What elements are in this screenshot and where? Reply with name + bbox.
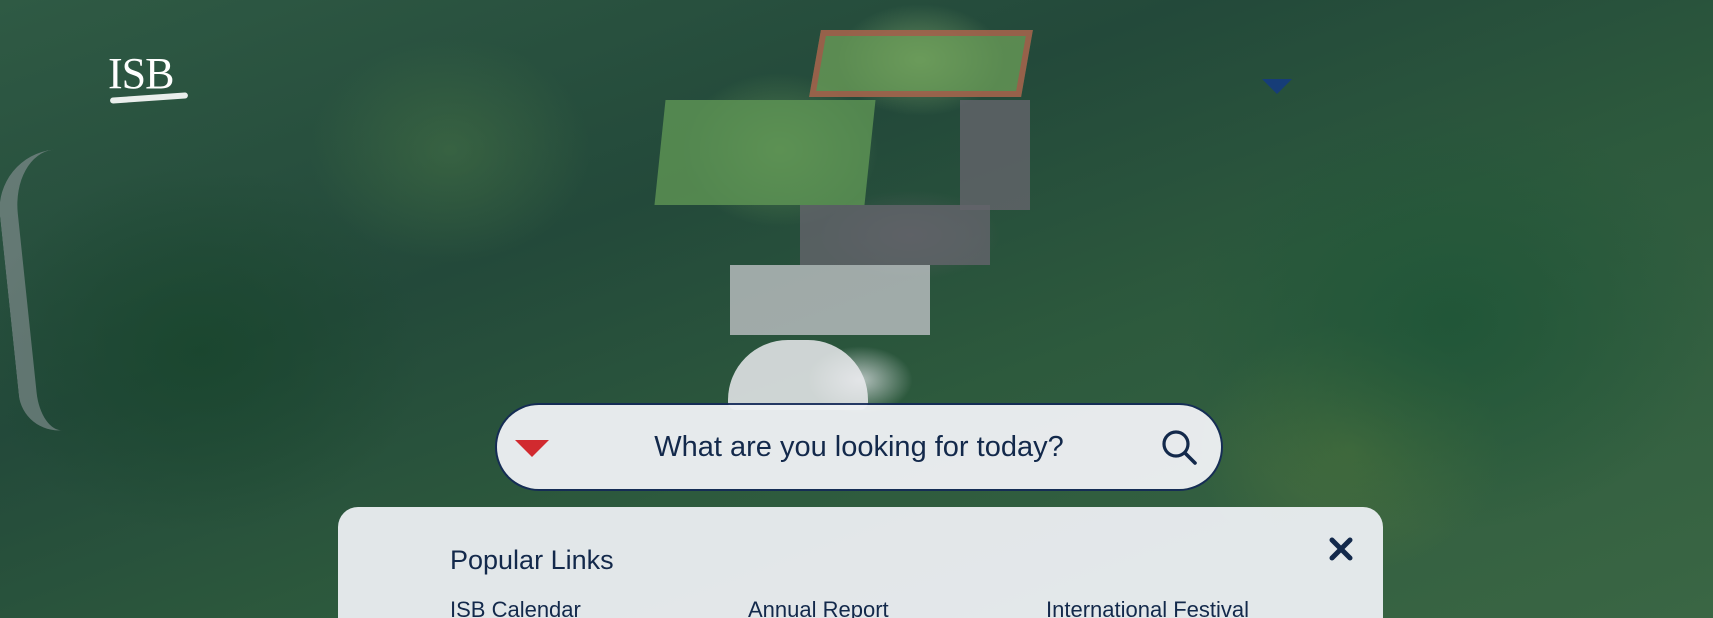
close-icon[interactable]	[1327, 535, 1355, 563]
panel-title: Popular Links	[450, 545, 614, 575]
aerial-road	[0, 145, 121, 435]
aerial-sports-field	[654, 100, 876, 205]
search-bar[interactable]: What are you looking for today?	[497, 405, 1221, 489]
isb-logo[interactable]: ISB	[108, 52, 174, 96]
link-international-festival[interactable]: International Festival	[1046, 597, 1249, 618]
link-isb-calendar[interactable]: ISB Calendar	[450, 597, 581, 618]
aerial-dome	[728, 340, 868, 410]
triangle-down-icon[interactable]	[515, 432, 551, 462]
aerial-building	[730, 265, 930, 335]
nav-marker-triangle-icon[interactable]	[1262, 79, 1292, 94]
hero-background: ISB What are you looking for today? Popu…	[0, 0, 1713, 618]
search-icon[interactable]	[1159, 427, 1199, 467]
search-input[interactable]: What are you looking for today?	[567, 405, 1151, 489]
aerial-building	[960, 100, 1030, 210]
aerial-building	[800, 205, 990, 265]
popular-links-panel: Popular Links ISB Calendar Annual Report…	[338, 507, 1383, 618]
link-annual-report[interactable]: Annual Report	[748, 597, 889, 618]
aerial-sports-field	[809, 30, 1033, 97]
